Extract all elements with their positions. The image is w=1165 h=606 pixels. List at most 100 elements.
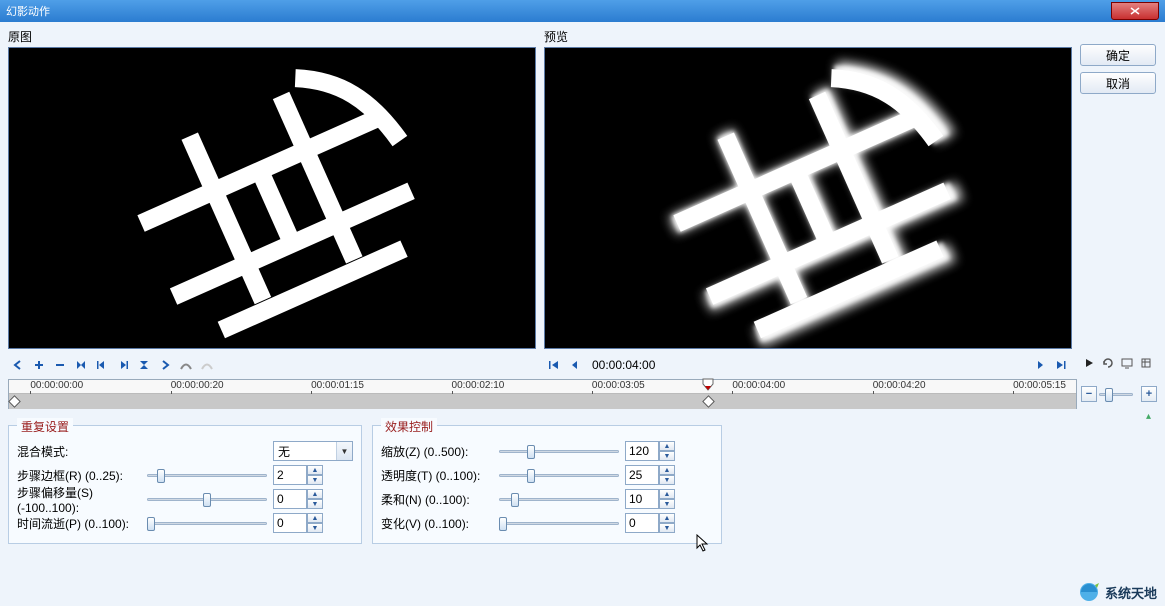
original-glyph bbox=[46, 47, 499, 349]
zoom-spinner: ▲▼ bbox=[625, 441, 675, 461]
preview-glyph bbox=[582, 47, 1035, 349]
original-label: 原图 bbox=[8, 28, 536, 45]
step-border-slider[interactable] bbox=[147, 466, 267, 484]
flip-h-icon[interactable] bbox=[71, 356, 91, 374]
preview-row: 原图 预览 bbox=[8, 28, 1157, 349]
step-border-spinner: ▲▼ bbox=[273, 465, 323, 485]
spin-up[interactable]: ▲ bbox=[307, 465, 323, 475]
close-icon bbox=[1130, 7, 1140, 15]
tick: 00:00:00:20 bbox=[171, 380, 224, 391]
nudge-left-icon[interactable] bbox=[8, 356, 28, 374]
tick: 00:00:05:15 bbox=[1013, 380, 1066, 391]
go-end-icon[interactable] bbox=[1051, 356, 1071, 374]
chevron-down-icon: ▼ bbox=[336, 442, 352, 460]
zoom-param-slider[interactable] bbox=[499, 442, 619, 460]
step-offset-slider[interactable] bbox=[147, 490, 267, 508]
next-frame-icon[interactable] bbox=[113, 356, 133, 374]
change-input[interactable] bbox=[625, 513, 659, 533]
time-fade-label: 时间流逝(P) (0..100): bbox=[17, 515, 147, 532]
canvas-toolbars: 00:00:04:00 bbox=[8, 351, 1157, 375]
flip-v-icon[interactable] bbox=[134, 356, 154, 374]
timeline-area: 00:00:00:0000:00:00:2000:00:01:1500:00:0… bbox=[8, 379, 1157, 409]
footer-watermark: 系统天地 bbox=[1077, 580, 1157, 604]
zoom-slider[interactable] bbox=[1099, 385, 1133, 403]
tick: 00:00:03:05 bbox=[592, 380, 645, 391]
spin-down[interactable]: ▼ bbox=[659, 523, 675, 533]
soft-label: 柔和(N) (0..100): bbox=[381, 491, 499, 508]
spin-down[interactable]: ▼ bbox=[659, 451, 675, 461]
original-canvas[interactable] bbox=[8, 47, 536, 349]
add-key-icon[interactable] bbox=[29, 356, 49, 374]
keyframe-start[interactable] bbox=[8, 395, 21, 408]
window-title: 幻影动作 bbox=[6, 3, 50, 19]
spin-up[interactable]: ▲ bbox=[307, 513, 323, 523]
loop-icon[interactable] bbox=[1099, 354, 1116, 372]
opacity-input[interactable] bbox=[625, 465, 659, 485]
spin-up[interactable]: ▲ bbox=[659, 513, 675, 523]
tick: 00:00:04:20 bbox=[873, 380, 926, 391]
ok-button[interactable]: 确定 bbox=[1080, 44, 1156, 66]
tick: 00:00:02:10 bbox=[452, 380, 505, 391]
blend-combo[interactable]: 无 ▼ bbox=[273, 441, 353, 461]
zoom-in-button[interactable]: + bbox=[1141, 386, 1157, 402]
timeline-track[interactable] bbox=[9, 394, 1076, 409]
spin-up[interactable]: ▲ bbox=[659, 465, 675, 475]
spin-up[interactable]: ▲ bbox=[307, 489, 323, 499]
spin-down[interactable]: ▼ bbox=[659, 475, 675, 485]
time-fade-slider[interactable] bbox=[147, 514, 267, 532]
soft-input[interactable] bbox=[625, 489, 659, 509]
monitor-icon[interactable] bbox=[1119, 354, 1136, 372]
time-fade-spinner: ▲▼ bbox=[273, 513, 323, 533]
titlebar: 幻影动作 bbox=[0, 0, 1165, 22]
prev-frame-icon[interactable] bbox=[92, 356, 112, 374]
opacity-slider[interactable] bbox=[499, 466, 619, 484]
spin-down[interactable]: ▼ bbox=[307, 475, 323, 485]
blend-value: 无 bbox=[278, 443, 290, 460]
collapse-icon[interactable]: ▴ bbox=[1146, 411, 1151, 422]
side-buttons: 确定 取消 bbox=[1080, 28, 1156, 349]
spin-down[interactable]: ▼ bbox=[659, 499, 675, 509]
preview-label: 预览 bbox=[544, 28, 1072, 45]
spin-up[interactable]: ▲ bbox=[659, 441, 675, 451]
step-back-icon[interactable] bbox=[565, 356, 585, 374]
opacity-spinner: ▲▼ bbox=[625, 465, 675, 485]
timeline[interactable]: 00:00:00:0000:00:00:2000:00:01:1500:00:0… bbox=[8, 379, 1077, 409]
zoom-input[interactable] bbox=[625, 441, 659, 461]
go-start-icon[interactable] bbox=[544, 356, 564, 374]
soft-slider[interactable] bbox=[499, 490, 619, 508]
zoom-out-button[interactable]: − bbox=[1081, 386, 1097, 402]
effect-group: 效果控制 缩放(Z) (0..500): ▲▼ 透明度(T) (0..100):… bbox=[372, 425, 722, 544]
tick: 00:00:04:00 bbox=[732, 380, 785, 391]
timeline-ruler[interactable]: 00:00:00:0000:00:00:2000:00:01:1500:00:0… bbox=[9, 380, 1076, 394]
repeat-title: 重复设置 bbox=[17, 418, 73, 435]
spin-up[interactable]: ▲ bbox=[659, 489, 675, 499]
playhead-marker[interactable] bbox=[702, 378, 714, 388]
playback-toolbar-right bbox=[1030, 355, 1072, 375]
nudge-right-icon[interactable] bbox=[155, 356, 175, 374]
remove-key-icon[interactable] bbox=[50, 356, 70, 374]
time-fade-input[interactable] bbox=[273, 513, 307, 533]
preview-canvas[interactable] bbox=[544, 47, 1072, 349]
cancel-button[interactable]: 取消 bbox=[1080, 72, 1156, 94]
step-border-input[interactable] bbox=[273, 465, 307, 485]
change-slider[interactable] bbox=[499, 514, 619, 532]
settings-icon[interactable] bbox=[1138, 354, 1155, 372]
spin-down[interactable]: ▼ bbox=[307, 499, 323, 509]
repeat-group: 重复设置 混合模式: 无 ▼ 步骤边框(R) (0..25): ▲▼ 步骤偏移量… bbox=[8, 425, 362, 544]
opacity-label: 透明度(T) (0..100): bbox=[381, 467, 499, 484]
close-button[interactable] bbox=[1111, 2, 1159, 20]
step-border-label: 步骤边框(R) (0..25): bbox=[17, 467, 147, 484]
playback-toolbar-left: 00:00:04:00 bbox=[544, 355, 655, 375]
spin-down[interactable]: ▼ bbox=[307, 523, 323, 533]
globe-icon bbox=[1077, 580, 1101, 604]
collapse-bar: ▴ bbox=[8, 409, 1157, 423]
play-icon[interactable] bbox=[1080, 354, 1097, 372]
keyframe-end[interactable] bbox=[702, 395, 715, 408]
step-offset-input[interactable] bbox=[273, 489, 307, 509]
soft-spinner: ▲▼ bbox=[625, 489, 675, 509]
timecode: 00:00:04:00 bbox=[592, 358, 655, 372]
step-fwd-icon[interactable] bbox=[1030, 356, 1050, 374]
curve-b-icon[interactable] bbox=[197, 356, 217, 374]
preview-panel: 预览 bbox=[544, 28, 1072, 349]
curve-a-icon[interactable] bbox=[176, 356, 196, 374]
